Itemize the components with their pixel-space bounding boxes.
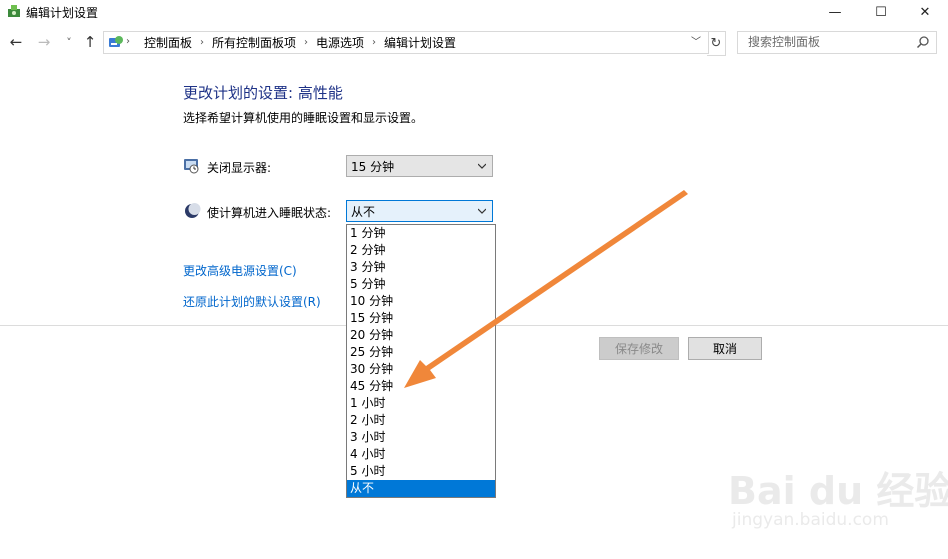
forward-button[interactable]: → <box>35 33 53 51</box>
search-icon[interactable] <box>916 35 930 49</box>
chevron-right-icon: › <box>304 37 309 48</box>
sleep-option[interactable]: 3 分钟 <box>347 259 495 276</box>
sleep-option[interactable]: 20 分钟 <box>347 327 495 344</box>
sleep-option[interactable]: 1 分钟 <box>347 225 495 242</box>
sleep-option[interactable]: 4 小时 <box>347 446 495 463</box>
back-arrow-icon: ← <box>9 33 23 51</box>
address-bar[interactable]: › 控制面板 › 所有控制面板项 › 电源选项 › 编辑计划设置 ﹀ <box>103 31 709 54</box>
close-button[interactable]: ✕ <box>902 0 948 24</box>
search-box[interactable] <box>737 31 937 54</box>
power-options-icon <box>8 5 20 17</box>
page-subtitle: 选择希望计算机使用的睡眠设置和显示设置。 <box>183 111 424 125</box>
sleep-option[interactable]: 30 分钟 <box>347 361 495 378</box>
sleep-option[interactable]: 5 小时 <box>347 463 495 480</box>
maximize-button[interactable]: ☐ <box>858 0 904 24</box>
refresh-button[interactable]: ↻ <box>707 31 726 56</box>
chevron-right-icon: › <box>372 37 377 48</box>
display-off-select[interactable]: 15 分钟 <box>346 155 493 177</box>
chevron-right-icon: › <box>200 37 205 48</box>
up-button[interactable]: ↑ <box>81 33 99 51</box>
display-icon <box>184 159 199 174</box>
sleep-option[interactable]: 45 分钟 <box>347 378 495 395</box>
window-title: 编辑计划设置 <box>26 6 99 20</box>
display-off-label: 关闭显示器: <box>207 161 272 175</box>
breadcrumb-item-power-options[interactable]: 电源选项 <box>316 34 364 51</box>
close-icon: ✕ <box>919 4 931 20</box>
up-arrow-icon: ↑ <box>83 33 97 51</box>
title-bar: 编辑计划设置 — ☐ ✕ <box>0 0 948 24</box>
sleep-option[interactable]: 25 分钟 <box>347 344 495 361</box>
chevron-down-icon: ˅ <box>66 35 72 49</box>
maximize-icon: ☐ <box>875 4 887 20</box>
cancel-button[interactable]: 取消 <box>688 337 762 360</box>
address-dropdown-icon[interactable]: ﹀ <box>691 33 701 48</box>
advanced-power-settings-link[interactable]: 更改高级电源设置(C) <box>183 262 297 279</box>
sleep-label: 使计算机进入睡眠状态: <box>207 206 332 220</box>
watermark-url: jingyan.baidu.com <box>732 510 889 530</box>
breadcrumb-item-edit-plan[interactable]: 编辑计划设置 <box>384 34 456 51</box>
restore-defaults-link[interactable]: 还原此计划的默认设置(R) <box>183 293 321 310</box>
sleep-select[interactable]: 从不 <box>346 200 493 222</box>
sleep-options-list[interactable]: 1 分钟 2 分钟 3 分钟 5 分钟 10 分钟 15 分钟 20 分钟 25 分钟 30 分… <box>346 224 496 498</box>
sleep-value: 从不 <box>351 204 376 219</box>
search-input[interactable] <box>746 34 910 50</box>
chevron-down-icon <box>478 208 486 214</box>
breadcrumb: 控制面板 › 所有控制面板项 › 电源选项 › 编辑计划设置 <box>144 32 456 53</box>
save-changes-button[interactable]: 保存修改 <box>599 337 679 360</box>
breadcrumb-item-control-panel[interactable]: 控制面板 <box>144 34 192 51</box>
sleep-option[interactable]: 2 分钟 <box>347 242 495 259</box>
sleep-option[interactable]: 3 小时 <box>347 429 495 446</box>
recent-locations-button[interactable]: ˅ <box>60 33 78 51</box>
sleep-option[interactable]: 10 分钟 <box>347 293 495 310</box>
breadcrumb-item-all-items[interactable]: 所有控制面板项 <box>212 34 296 51</box>
sleep-option[interactable]: 5 分钟 <box>347 276 495 293</box>
sleep-option[interactable]: 2 小时 <box>347 412 495 429</box>
sleep-option[interactable]: 1 小时 <box>347 395 495 412</box>
baidu-jingyan-watermark: Bai du 经验 jingyan.baidu.com <box>728 460 948 540</box>
watermark-brand: Bai du 经验 <box>728 469 948 513</box>
minimize-icon: — <box>828 4 842 20</box>
sleep-moon-icon <box>185 203 201 218</box>
display-off-value: 15 分钟 <box>351 159 395 174</box>
back-button[interactable]: ← <box>7 33 25 51</box>
refresh-icon: ↻ <box>710 36 722 51</box>
control-panel-icon <box>109 36 123 47</box>
forward-arrow-icon: → <box>37 33 51 51</box>
page-title: 更改计划的设置: 高性能 <box>183 84 343 102</box>
sleep-option[interactable]: 从不 <box>347 480 495 497</box>
minimize-button[interactable]: — <box>812 0 858 24</box>
sleep-option[interactable]: 15 分钟 <box>347 310 495 327</box>
chevron-down-icon <box>478 163 486 169</box>
chevron-right-icon: › <box>126 36 130 47</box>
